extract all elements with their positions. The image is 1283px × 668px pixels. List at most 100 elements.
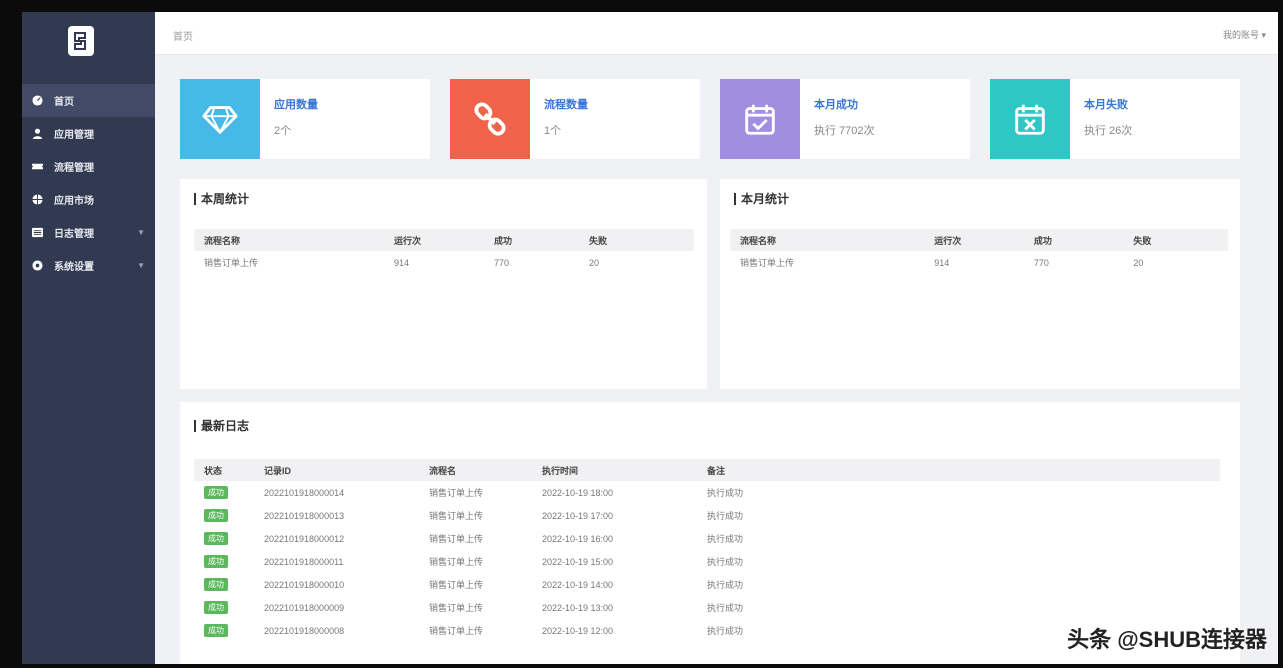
- logs-table: 状态 记录ID 流程名 执行时间 备注 成功 2022101918000014 …: [194, 459, 1220, 642]
- panel-title: 最新日志: [194, 420, 249, 432]
- table-row[interactable]: 成功 2022101918000013 销售订单上传 2022-10-19 17…: [194, 504, 1220, 527]
- column-header: 执行时间: [532, 459, 697, 481]
- table-row[interactable]: 成功 2022101918000014 销售订单上传 2022-10-19 18…: [194, 481, 1220, 504]
- sidebar-item-label: 日志管理: [54, 229, 94, 240]
- table-cell: 执行成功: [707, 511, 744, 521]
- column-header: 备注: [697, 459, 1220, 481]
- table-row[interactable]: 成功 2022101918000011 销售订单上传 2022-10-19 15…: [194, 550, 1220, 573]
- table-cell: 770: [494, 257, 510, 268]
- table-cell: 2022-10-19 14:00: [542, 579, 614, 590]
- sidebar-item-label: 系统设置: [54, 262, 94, 273]
- table-cell: 2022-10-19 16:00: [542, 533, 614, 544]
- stat-title: 应用数量: [274, 99, 318, 111]
- column-header: 流程名: [419, 459, 532, 481]
- status-badge: 成功: [204, 601, 228, 614]
- globe-icon: [30, 193, 44, 207]
- sidebar-item-label: 流程管理: [54, 163, 94, 174]
- watermark: 头条 @SHUB连接器: [1067, 627, 1267, 652]
- status-badge: 成功: [204, 578, 228, 591]
- column-header: 记录ID: [254, 459, 419, 481]
- app-logo[interactable]: [68, 26, 94, 56]
- sidebar-item-market[interactable]: 应用市场: [22, 183, 155, 216]
- table-row: 销售订单上传 914 770 20: [730, 251, 1228, 274]
- stat-value: 执行 7702次: [814, 125, 875, 137]
- stat-value: 2个: [274, 125, 292, 137]
- table-cell: 2022101918000011: [264, 556, 344, 567]
- column-header: 流程名称: [194, 229, 384, 251]
- stat-icon-box: [720, 79, 800, 159]
- panel-title: 本周统计: [194, 193, 249, 205]
- table-cell: 销售订单上传: [429, 488, 484, 498]
- weekly-stats-panel: 本周统计 流程名称 运行次 成功 失败 销售订单上传 914 770 20: [180, 179, 707, 389]
- breadcrumb[interactable]: 首页: [173, 28, 193, 43]
- stat-value: 1个: [544, 125, 562, 137]
- table-cell: 2022101918000014: [264, 487, 345, 498]
- table-cell: 914: [394, 257, 410, 268]
- status-badge: 成功: [204, 624, 228, 637]
- ticket-icon: [30, 160, 44, 174]
- table-row[interactable]: 成功 2022101918000010 销售订单上传 2022-10-19 14…: [194, 573, 1220, 596]
- table-cell: 销售订单上传: [429, 511, 484, 521]
- table-cell: 2022101918000009: [264, 602, 345, 613]
- sidebar-item-label: 应用管理: [54, 130, 94, 141]
- column-header: 运行次: [924, 229, 1024, 251]
- table-cell: 执行成功: [707, 603, 744, 613]
- stat-title: 流程数量: [544, 99, 588, 111]
- sidebar-item-logs[interactable]: 日志管理 ▼: [22, 216, 155, 249]
- panel-title: 本月统计: [734, 193, 789, 205]
- stat-icon-box: [450, 79, 530, 159]
- column-header: 运行次: [384, 229, 484, 251]
- table-cell: 2022-10-19 12:00: [542, 625, 614, 636]
- sidebar-item-label: 应用市场: [54, 196, 94, 207]
- table-cell: 2022101918000012: [264, 533, 345, 544]
- diamond-icon: [202, 106, 238, 135]
- user-icon: [30, 127, 44, 141]
- table-cell: 销售订单上传: [429, 580, 484, 590]
- status-badge: 成功: [204, 532, 228, 545]
- column-header: 成功: [1023, 229, 1124, 251]
- table-cell: 执行成功: [707, 488, 744, 498]
- table-cell: 2022101918000010: [264, 579, 345, 590]
- sidebar-nav: 首页 应用管理 流程管理 应用市场 日志管理 ▼ 系统设置 ▼: [22, 84, 155, 282]
- column-header: 成功: [484, 229, 579, 251]
- column-header: 失败: [579, 229, 694, 251]
- stat-title: 本月失败: [1084, 99, 1128, 111]
- stat-card-month-success: 本月成功 执行 7702次: [720, 79, 970, 159]
- table-header-row: 流程名称 运行次 成功 失败: [730, 229, 1228, 251]
- sidebar: 首页 应用管理 流程管理 应用市场 日志管理 ▼ 系统设置 ▼: [22, 12, 155, 664]
- table-cell: 770: [1033, 257, 1049, 268]
- column-header: 流程名称: [730, 229, 925, 251]
- chevron-down-icon: ▼: [137, 261, 145, 270]
- monthly-stats-panel: 本月统计 流程名称 运行次 成功 失败 销售订单上传 914 770 20: [720, 179, 1240, 389]
- table-row[interactable]: 成功 2022101918000012 销售订单上传 2022-10-19 16…: [194, 527, 1220, 550]
- table-cell: 2022101918000013: [264, 510, 345, 521]
- list-icon: [30, 226, 44, 240]
- table-cell: 2022101918000008: [264, 625, 345, 636]
- link-icon: [474, 102, 506, 136]
- app-window: 首页 应用管理 流程管理 应用市场 日志管理 ▼ 系统设置 ▼ 首页 我的账号 …: [22, 12, 1278, 664]
- table-cell: 20: [1133, 257, 1144, 268]
- table-header-row: 状态 记录ID 流程名 执行时间 备注: [194, 459, 1220, 481]
- stat-title: 本月成功: [814, 99, 858, 111]
- monthly-stats-table: 流程名称 运行次 成功 失败 销售订单上传 914 770 20: [730, 229, 1228, 274]
- table-cell: 2022-10-19 18:00: [542, 487, 614, 498]
- logo-icon: [74, 32, 86, 50]
- status-badge: 成功: [204, 509, 228, 522]
- table-cell: 销售订单上传: [429, 626, 484, 636]
- sidebar-item-flows[interactable]: 流程管理: [22, 150, 155, 183]
- table-row: 销售订单上传 914 770 20: [194, 251, 694, 274]
- table-cell: 执行成功: [707, 557, 744, 567]
- table-row[interactable]: 成功 2022101918000009 销售订单上传 2022-10-19 13…: [194, 596, 1220, 619]
- sidebar-item-home[interactable]: 首页: [22, 84, 155, 117]
- chevron-down-icon: ▼: [137, 228, 145, 237]
- weekly-stats-table: 流程名称 运行次 成功 失败 销售订单上传 914 770 20: [194, 229, 694, 274]
- stat-icon-box: [990, 79, 1070, 159]
- table-cell: 2022-10-19 13:00: [542, 602, 614, 613]
- gear-icon: [30, 259, 44, 273]
- status-badge: 成功: [204, 555, 228, 568]
- sidebar-item-apps[interactable]: 应用管理: [22, 117, 155, 150]
- sidebar-item-settings[interactable]: 系统设置 ▼: [22, 249, 155, 282]
- table-cell: 914: [934, 257, 950, 268]
- account-menu[interactable]: 我的账号 ▾: [1223, 28, 1266, 41]
- account-label: 我的账号: [1222, 30, 1259, 40]
